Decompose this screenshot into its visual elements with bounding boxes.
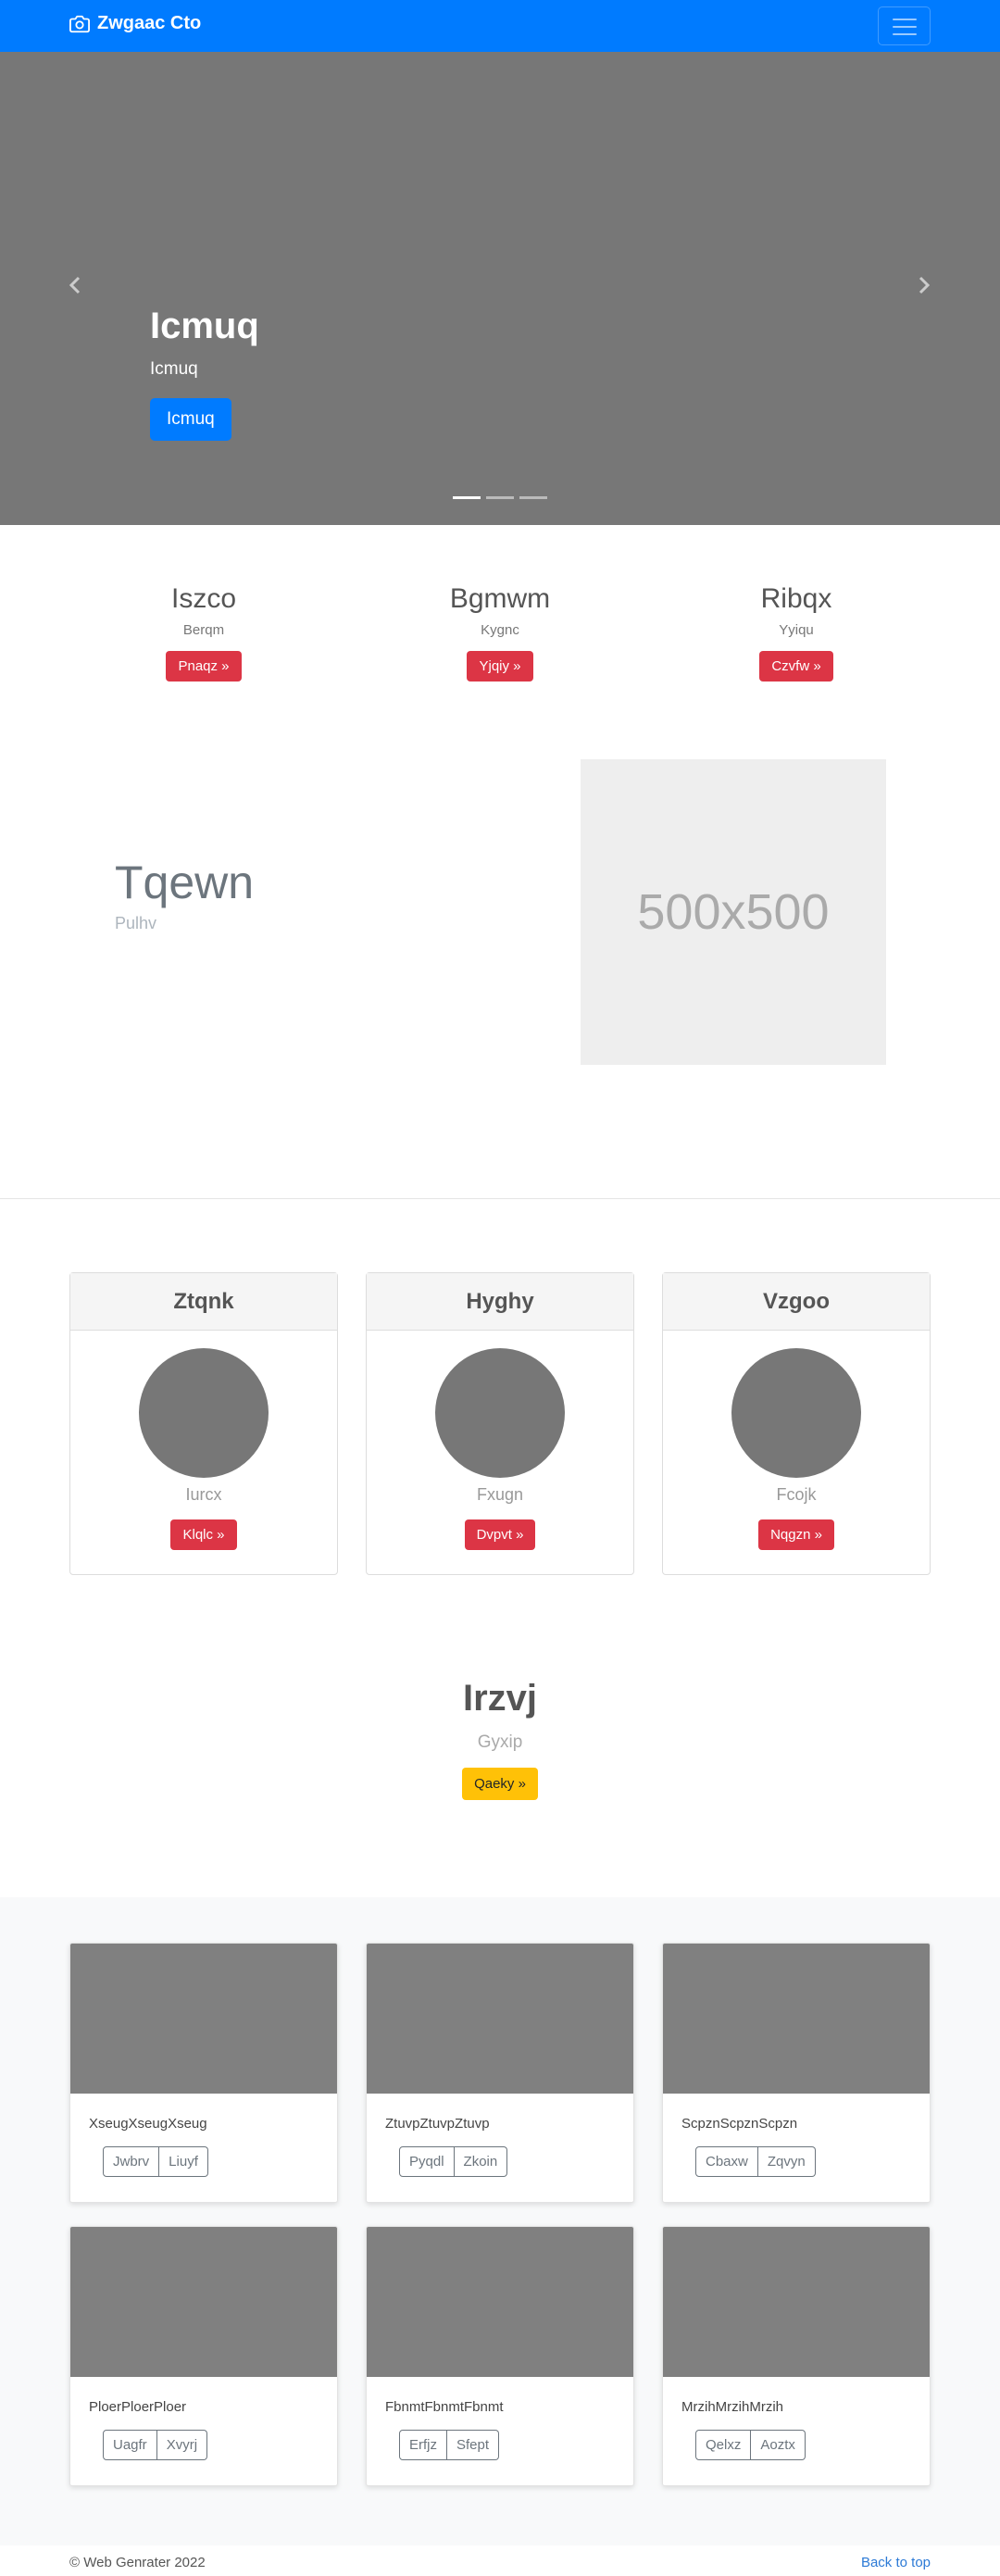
card-text: XseugXseugXseug [89,2116,207,2132]
navbar: Zwgaac Cto [0,0,1000,52]
brand-label: Zwgaac Cto [97,13,202,33]
card-action-button[interactable]: Cbaxw [695,2146,758,2177]
card-text: PloerPloerPloer [89,2399,187,2415]
card-action-button[interactable]: Liuyf [159,2146,208,2177]
button-group: Jwbrv Liuyf [103,2146,337,2177]
card-subtitle: Fcojk [776,1485,817,1504]
album-card: ZtuvpZtuvpZtuvp Pyqdl Zkoin [366,1943,634,2203]
album-card: XseugXseugXseug Jwbrv Liuyf [69,1943,338,2203]
carousel-indicators [453,496,547,499]
button-group: Erfjz Sfept [399,2430,633,2460]
heading-title: Irzvj [462,1678,538,1719]
card-subtitle: Fxugn [476,1485,524,1504]
card-thumbnail [70,1944,337,2094]
card-action-button[interactable]: Jwbrv [103,2146,160,2177]
feature-column: Iszco Berqm Pnaqz » [74,583,333,682]
feature-column: Bgmwm Kygnc Yjqiy » [370,583,630,682]
hamburger-icon [893,33,917,35]
card-text: FbnmtFbnmtFbnmt [385,2399,504,2415]
feature-text: Kygnc [481,622,519,638]
card-action-button[interactable]: Xvyrj [156,2430,208,2460]
card-button[interactable]: Dvpvt » [464,1519,536,1550]
heading-block: Irzvj Gyxip Qaeky » [0,1678,1000,1800]
card-thumbnail [367,2227,633,2377]
feature-button[interactable]: Pnaqz » [166,651,242,682]
profile-card: Vzgoo Fcojk Nqgzn » [662,1272,931,1575]
card-button[interactable]: Klqlc » [170,1519,237,1550]
card-text: ScpznScpznScpzn [681,2116,798,2132]
image-size-label: 500x500 [637,884,830,940]
carousel-title: Icmuq [150,306,259,346]
card-action-button[interactable]: Aoztx [751,2430,806,2460]
feature-button[interactable]: Yjqiy » [467,651,533,682]
card-text: MrzihMrzihMrzih [681,2399,783,2415]
carousel-indicator[interactable] [453,496,481,499]
album-card: MrzihMrzihMrzih Qelxz Aoztx [662,2226,931,2486]
card-thumbnail [663,1944,930,2094]
navbar-brand[interactable]: Zwgaac Cto [69,13,201,34]
hero-carousel: Icmuq Icmuq Icmuq [0,52,1000,525]
carousel-indicator[interactable] [486,496,514,499]
featurette-subtitle: Pulhv [115,914,157,932]
card-action-button[interactable]: Qelxz [695,2430,752,2460]
card-action-button[interactable]: Sfept [447,2430,500,2460]
back-to-top-link[interactable]: Back to top [861,2555,931,2570]
featurette-image: 500x500 [581,759,886,1065]
feature-title: Iszco [170,583,237,614]
chevron-right-icon[interactable] [910,271,938,299]
feature-button[interactable]: Czvfw » [759,651,833,682]
album-section: XseugXseugXseug Jwbrv Liuyf ZtuvpZtuvpZt… [0,1897,1000,2545]
card-action-button[interactable]: Erfjz [399,2430,447,2460]
camera-icon [69,15,90,32]
card-header: Ztqnk [70,1273,337,1331]
card-action-button[interactable]: Zqvyn [757,2146,816,2177]
album-card: PloerPloerPloer Uagfr Xvyrj [69,2226,338,2486]
heading-subtitle: Gyxip [477,1732,523,1752]
button-group: Cbaxw Zqvyn [695,2146,930,2177]
footer-copyright: © Web Genrater 2022 [69,2555,206,2570]
button-group: Qelxz Aoztx [695,2430,930,2460]
avatar [139,1348,269,1478]
feature-title: Ribqx [760,583,832,614]
card-header: Vzgoo [663,1273,930,1331]
feature-title: Bgmwm [449,583,551,614]
card-action-button[interactable]: Zkoin [454,2146,508,2177]
chevron-left-icon[interactable] [61,271,89,299]
album-card: ScpznScpznScpzn Cbaxw Zqvyn [662,1943,931,2203]
feature-text: Berqm [182,622,225,638]
card-thumbnail [663,2227,930,2377]
card-text: ZtuvpZtuvpZtuvp [385,2116,490,2132]
feature-column: Ribqx Yyiqu Czvfw » [667,583,926,682]
feature-text: Yyiqu [779,622,814,638]
section-divider [0,1198,1000,1199]
featurette: Tqewn Pulhv [115,857,254,933]
card-thumbnail [70,2227,337,2377]
button-group: Uagfr Xvyrj [103,2430,337,2460]
carousel-indicator[interactable] [519,496,547,499]
avatar [731,1348,861,1478]
card-header: Hyghy [367,1273,633,1331]
card-thumbnail [367,1944,633,2094]
heading-button[interactable]: Qaeky » [462,1768,538,1800]
card-action-button[interactable]: Pyqdl [399,2146,455,2177]
navbar-toggler-button[interactable] [878,6,931,45]
avatar [435,1348,565,1478]
album-card: FbnmtFbnmtFbnmt Erfjz Sfept [366,2226,634,2486]
card-action-button[interactable]: Uagfr [103,2430,157,2460]
card-subtitle: Iurcx [185,1485,222,1504]
button-group: Pyqdl Zkoin [399,2146,633,2177]
carousel-caption: Icmuq Icmuq Icmuq [150,304,259,441]
carousel-button[interactable]: Icmuq [150,398,231,441]
carousel-subtitle: Icmuq [150,359,198,379]
profile-card: Hyghy Fxugn Dvpvt » [366,1272,634,1575]
profile-card: Ztqnk Iurcx Klqlc » [69,1272,338,1575]
featurette-title: Tqewn [115,857,255,908]
hamburger-icon [893,19,917,20]
hamburger-icon [893,26,917,28]
card-button[interactable]: Nqgzn » [758,1519,834,1550]
